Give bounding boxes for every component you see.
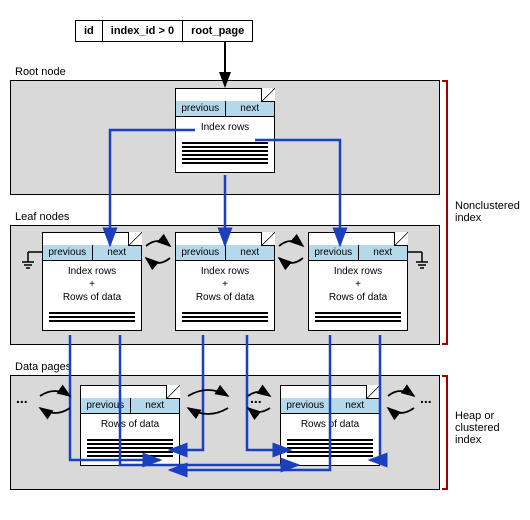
page-body-data: Rows of data <box>281 414 379 435</box>
header-col-index-id: index_id > 0 <box>102 21 182 42</box>
page-leaf-3: previous next Index rows + Rows of data <box>308 232 408 331</box>
page-root: previous next Index rows <box>175 88 275 173</box>
page-prev: previous <box>309 245 359 260</box>
page-corner-icon <box>128 232 142 246</box>
page-body-leaf: Index rows + Rows of data <box>43 261 141 308</box>
page-prev: previous <box>176 101 226 116</box>
page-leaf-2: previous next Index rows + Rows of data <box>175 232 275 331</box>
page-corner-icon <box>166 385 180 399</box>
header-table: id index_id > 0 root_page <box>75 20 253 42</box>
page-next: next <box>226 245 275 260</box>
side-label-heap: Heap or clustered index <box>455 410 525 446</box>
page-body-root: Index rows <box>176 117 274 138</box>
page-corner-icon <box>394 232 408 246</box>
page-prev: previous <box>43 245 93 260</box>
page-corner-icon <box>366 385 380 399</box>
page-corner-icon <box>261 232 275 246</box>
page-leaf-1: previous next Index rows + Rows of data <box>42 232 142 331</box>
bracket-nonclustered <box>442 80 448 345</box>
page-corner-icon <box>261 88 275 102</box>
header-col-root-page: root_page <box>183 21 253 42</box>
page-body-data: Rows of data <box>81 414 179 435</box>
page-body-leaf: Index rows + Rows of data <box>309 261 407 308</box>
header-col-id: id <box>76 21 103 42</box>
page-body-leaf: Index rows + Rows of data <box>176 261 274 308</box>
ellipsis-right: ... <box>420 390 432 406</box>
ellipsis-left: ... <box>16 390 28 406</box>
band-root-label: Root node <box>15 66 66 78</box>
diagram-canvas: id index_id > 0 root_page Root node Leaf… <box>0 0 530 520</box>
page-next: next <box>93 245 142 260</box>
page-next: next <box>359 245 408 260</box>
page-prev: previous <box>81 398 131 413</box>
page-next: next <box>226 101 275 116</box>
band-leaf-label: Leaf nodes <box>15 211 69 223</box>
side-label-nonclustered: Nonclustered index <box>455 200 525 224</box>
page-data-1: previous next Rows of data <box>80 385 180 466</box>
bracket-heap <box>442 375 448 490</box>
ellipsis-mid: ... <box>250 390 262 406</box>
page-prev: previous <box>281 398 331 413</box>
band-data-label: Data pages <box>15 361 71 373</box>
page-next: next <box>131 398 180 413</box>
page-prev: previous <box>176 245 226 260</box>
page-data-2: previous next Rows of data <box>280 385 380 466</box>
page-next: next <box>331 398 380 413</box>
